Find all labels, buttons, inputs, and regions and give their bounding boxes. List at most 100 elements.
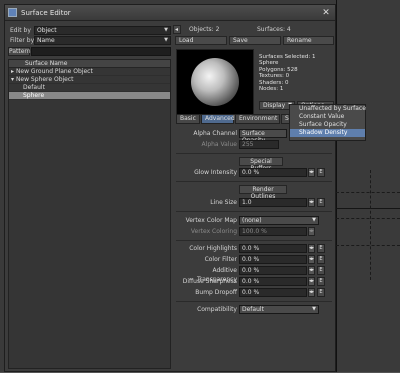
preview-sphere — [191, 58, 239, 106]
edit-by-label: Edit by — [10, 27, 31, 34]
divider — [176, 211, 332, 212]
tree-item-label: Default — [23, 84, 45, 91]
diffuse-sharpness-label: Diffuse Sharpness — [182, 278, 237, 285]
chevron-down-icon: ▼ — [164, 37, 168, 43]
tab-advanced[interactable]: Advanced — [201, 114, 235, 124]
diffuse-sharpness-slider-button[interactable]: ◂▸ — [308, 277, 315, 286]
glow-intensity-label: Glow Intensity — [194, 169, 237, 176]
color-highlights-field[interactable]: 0.0 % — [239, 244, 307, 253]
load-button[interactable]: Load — [175, 36, 227, 45]
window-title: Surface Editor — [21, 9, 71, 17]
rename-button[interactable]: Rename — [283, 36, 334, 45]
edit-by-dropdown[interactable]: Object ▼ — [34, 26, 171, 35]
alpha-value-label: Alpha Value — [201, 141, 237, 148]
menu-item-constant-value[interactable]: Constant Value — [290, 113, 365, 121]
viewport-grid-line — [336, 218, 400, 219]
tree-item-sphere-object[interactable]: ▾ New Sphere Object — [9, 76, 170, 84]
diffuse-sharpness-field[interactable]: 0.0 % — [239, 277, 307, 286]
color-filter-field[interactable]: 0.0 % — [239, 255, 307, 264]
additive-transparency-envelope-button[interactable]: E — [317, 266, 325, 275]
render-outlines-button[interactable]: Render Outlines — [239, 185, 287, 200]
glow-envelope-button[interactable]: E — [317, 168, 325, 177]
glow-slider-button[interactable]: ◂▸ — [308, 168, 315, 177]
surface-list[interactable]: Surface Name ▸ New Ground Plane Object ▾… — [8, 59, 171, 369]
line-size-envelope-button[interactable]: E — [317, 198, 325, 207]
compatibility-value: Default — [242, 306, 264, 313]
vertex-coloring-field[interactable]: 100.0 % — [239, 227, 307, 236]
alpha-channel-popup-menu: Unaffected by Surface Constant Value Sur… — [289, 104, 366, 141]
tree-item-ground-plane[interactable]: ▸ New Ground Plane Object — [9, 68, 170, 76]
collapse-button[interactable]: ◂ — [173, 25, 181, 34]
divider — [176, 181, 332, 182]
tab-environment[interactable]: Environment — [235, 114, 280, 124]
tree-item-label: New Ground Plane Object — [15, 68, 93, 75]
edit-by-value: Object — [37, 27, 57, 34]
tree-item-default[interactable]: Default — [9, 84, 170, 92]
additive-transparency-slider-button[interactable]: ◂▸ — [308, 266, 315, 275]
filter-by-value: Name — [37, 37, 55, 44]
save-button[interactable]: Save — [229, 36, 281, 45]
expand-arrow-icon[interactable]: ▸ — [11, 68, 14, 75]
alpha-value-field[interactable]: 255 — [239, 140, 279, 149]
diffuse-sharpness-envelope-button[interactable]: E — [317, 277, 325, 286]
alpha-channel-label: Alpha Channel — [193, 130, 237, 137]
divider — [176, 240, 332, 241]
tab-basic[interactable]: Basic — [176, 114, 200, 124]
compatibility-label: Compatibility — [197, 306, 237, 313]
menu-item-surface-opacity[interactable]: Surface Opacity — [290, 121, 365, 129]
divider — [176, 153, 332, 154]
viewport-axis-x — [336, 208, 400, 209]
chevron-down-icon: ▼ — [312, 217, 316, 223]
line-size-slider-button[interactable]: ◂▸ — [308, 198, 315, 207]
surface-properties-pane: ◂ Objects: 2 Surfaces: 4 Load Save Renam… — [173, 24, 335, 370]
chevron-left-icon: ◂ — [175, 26, 179, 33]
menu-item-shadow-density[interactable]: Shadow Density — [290, 129, 365, 137]
bump-dropoff-label: Bump Dropoff — [195, 289, 237, 296]
surface-list-pane: Edit by Object ▼ Filter by Name ▼ Patter… — [8, 24, 171, 370]
chevron-down-icon: ▼ — [164, 27, 168, 33]
viewport-grid-line — [336, 245, 400, 246]
close-button[interactable]: ✕ — [321, 8, 331, 18]
glow-intensity-field[interactable]: 0.0 % — [239, 168, 307, 177]
surface-preview[interactable] — [176, 49, 254, 115]
bump-dropoff-field[interactable]: 0.0 % — [239, 288, 307, 297]
right-toolbar: ◂ Objects: 2 Surfaces: 4 Load Save Renam… — [173, 24, 335, 48]
alpha-channel-dropdown[interactable]: Surface Opacity — [239, 129, 287, 144]
collapse-arrow-icon[interactable]: ▾ — [11, 76, 14, 83]
vertex-color-map-dropdown[interactable]: (none) ▼ — [239, 216, 319, 225]
pattern-label: Pattern — [8, 47, 31, 56]
tree-item-label: Sphere — [23, 92, 45, 99]
compatibility-dropdown[interactable]: Default ▼ — [239, 305, 319, 314]
color-highlights-envelope-button[interactable]: E — [317, 244, 325, 253]
edit-by-row: Edit by Object ▼ — [8, 26, 171, 35]
vertex-coloring-slider-button[interactable]: ◂▸ — [308, 227, 315, 236]
surface-info: Surfaces Selected: 1 Sphere Polygons: 52… — [259, 54, 335, 92]
menu-item-unaffected-by-surface[interactable]: Unaffected by Surface — [290, 105, 366, 113]
vertex-color-map-value: (none) — [242, 217, 262, 224]
viewport-grid-line — [370, 170, 371, 280]
surface-editor-window: Surface Editor ✕ Edit by Object ▼ Filter… — [4, 4, 336, 372]
additive-transparency-field[interactable]: 0.0 % — [239, 266, 307, 275]
vertex-coloring-label: Vertex Coloring — [190, 228, 237, 235]
color-highlights-slider-button[interactable]: ◂▸ — [308, 244, 315, 253]
tree-item-label: New Sphere Object — [15, 76, 74, 83]
display-label: Display — [263, 102, 286, 109]
surfaces-count: Surfaces: 4 — [257, 26, 291, 33]
filter-by-dropdown[interactable]: Name ▼ — [34, 36, 171, 45]
title-bar[interactable]: Surface Editor ✕ — [5, 5, 335, 21]
color-filter-envelope-button[interactable]: E — [317, 255, 325, 264]
viewport-edge — [336, 0, 337, 373]
close-icon: ✕ — [322, 8, 330, 18]
line-size-field[interactable]: 1.0 — [239, 198, 307, 207]
tree-item-sphere[interactable]: Sphere — [9, 92, 170, 100]
bump-dropoff-envelope-button[interactable]: E — [317, 288, 325, 297]
color-filter-label: Color Filter — [204, 256, 237, 263]
pattern-input[interactable] — [31, 47, 171, 56]
color-highlights-label: Color Highlights — [189, 245, 237, 252]
line-size-label: Line Size — [210, 199, 237, 206]
vertex-color-map-label: Vertex Color Map — [185, 217, 237, 224]
color-filter-slider-button[interactable]: ◂▸ — [308, 255, 315, 264]
special-buffers-button[interactable]: Special Buffers — [239, 157, 283, 172]
bump-dropoff-slider-button[interactable]: ◂▸ — [308, 288, 315, 297]
filter-by-label: Filter by — [10, 37, 35, 44]
